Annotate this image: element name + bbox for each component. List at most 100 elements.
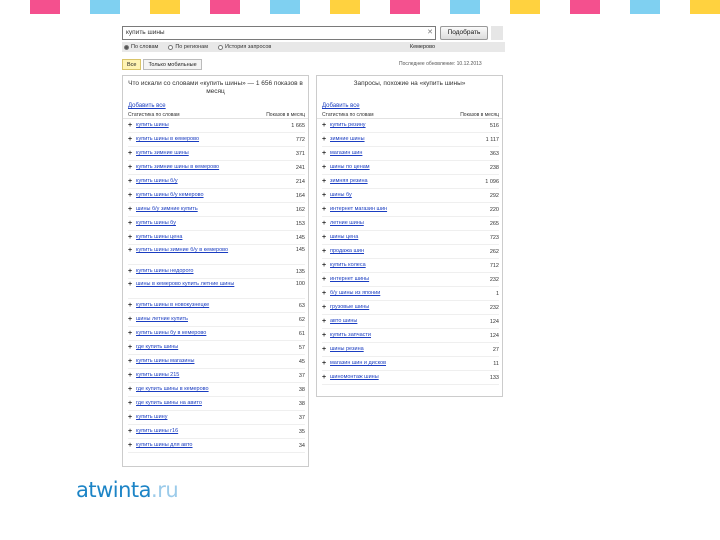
add-phrase-icon[interactable]: + [128,302,136,309]
phrase-link[interactable]: летние шины [330,220,471,227]
add-phrase-icon[interactable]: + [322,290,330,297]
add-phrase-icon[interactable]: + [322,318,330,325]
add-phrase-icon[interactable]: + [322,248,330,255]
phrase-link[interactable]: магазин шин [330,150,471,157]
add-phrase-icon[interactable]: + [128,372,136,379]
radio-by-regions[interactable]: По регионам [168,44,208,50]
column-count-header[interactable]: Показов в месяц [437,111,499,118]
add-phrase-icon[interactable]: + [322,304,330,311]
add-phrase-icon[interactable]: + [128,358,136,365]
add-phrase-icon[interactable]: + [322,276,330,283]
phrase-link[interactable]: купить шины в кемерово [136,136,277,143]
add-phrase-icon[interactable]: + [322,220,330,227]
add-phrase-icon[interactable]: + [128,192,136,199]
phrase-link[interactable]: купить шины 215 [136,372,277,379]
phrase-link[interactable]: шины б/у зимние купить [136,206,277,213]
phrase-link[interactable]: купить зимние шины в кемерово [136,164,277,171]
phrase-link[interactable]: купить шины зимние б/у в кемерово [136,247,277,254]
add-phrase-icon[interactable]: + [128,178,136,185]
add-phrase-icon[interactable]: + [128,400,136,407]
phrase-link[interactable]: интернет шины [330,276,471,283]
add-phrase-icon[interactable]: + [322,178,330,185]
tab-all[interactable]: Все [122,59,142,70]
add-phrase-icon[interactable]: + [322,164,330,171]
radio-dot[interactable] [218,44,224,50]
phrase-link[interactable]: шины резина [330,346,471,353]
radio-by-words[interactable]: По словам [124,44,158,50]
phrase-link[interactable]: шины цена [330,234,471,241]
add-phrase-icon[interactable]: + [322,150,330,157]
radio-dot[interactable] [168,44,174,50]
phrase-link[interactable]: б/у шины из японии [330,290,471,297]
add-all-link-right[interactable]: Добавить все [317,102,502,111]
add-phrase-icon[interactable]: + [128,330,136,337]
add-phrase-icon[interactable]: + [128,316,136,323]
add-phrase-icon[interactable]: + [128,220,136,227]
phrase-link[interactable]: зимние шины [330,136,471,143]
radio-history[interactable]: История запросов [218,44,271,50]
phrase-link[interactable]: интернет магазин шин [330,206,471,213]
phrase-link[interactable]: где купить шины [136,344,277,351]
phrase-link[interactable]: купить колеса [330,262,471,269]
tab-mobile-only[interactable]: Только мобильные [143,59,202,70]
phrase-link[interactable]: шиномонтаж шины [330,374,471,381]
phrase-link[interactable]: грузовые шины [330,304,471,311]
phrase-link[interactable]: шины по ценам [330,164,471,171]
column-count-header[interactable]: Показов в месяц [243,111,305,118]
phrase-link[interactable]: купить шины магазины [136,358,277,365]
add-phrase-icon[interactable]: + [128,247,136,254]
add-phrase-icon[interactable]: + [322,206,330,213]
phrase-link[interactable]: купить шины для авто [136,442,277,449]
region-link[interactable]: Кемерово [410,44,435,50]
phrase-link[interactable]: купить шины цена [136,234,277,241]
phrase-link[interactable]: где купить шины в кемерово [136,386,277,393]
add-phrase-icon[interactable]: + [128,442,136,449]
add-phrase-icon[interactable]: + [128,164,136,171]
phrase-link[interactable]: шины летние купить [136,316,277,323]
add-phrase-icon[interactable]: + [128,428,136,435]
phrase-link[interactable]: шины в кемерово купить летние шины [136,281,277,288]
phrase-link[interactable]: купить зимние шины [136,150,277,157]
add-phrase-icon[interactable]: + [322,360,330,367]
phrase-link[interactable]: купить шину [136,414,277,421]
add-phrase-icon[interactable]: + [128,122,136,129]
add-phrase-icon[interactable]: + [128,281,136,288]
phrase-link[interactable]: купить шины б/у кемерово [136,192,277,199]
add-phrase-icon[interactable]: + [322,332,330,339]
phrase-link[interactable]: купить шины в новокузнецке [136,302,277,309]
phrase-link[interactable]: купить резину [330,122,471,129]
add-phrase-icon[interactable]: + [322,136,330,143]
phrase-link[interactable]: купить шины бу [136,220,277,227]
add-all-link-left[interactable]: Добавить все [123,102,308,111]
phrase-link[interactable]: купить шины r16 [136,428,277,435]
phrase-link[interactable]: купить шины б/у [136,178,277,185]
search-input[interactable]: купить шины ✕ [122,26,436,40]
radio-dot[interactable] [124,44,129,50]
add-phrase-icon[interactable]: + [128,234,136,241]
add-phrase-icon[interactable]: + [128,136,136,143]
phrase-link[interactable]: магазин шин и дисков [330,360,471,367]
add-phrase-icon[interactable]: + [128,344,136,351]
phrase-link[interactable]: шины бу [330,192,471,199]
add-phrase-icon[interactable]: + [322,122,330,129]
close-icon[interactable]: ✕ [427,27,433,39]
add-phrase-icon[interactable]: + [128,414,136,421]
add-phrase-icon[interactable]: + [128,150,136,157]
add-phrase-icon[interactable]: + [128,268,136,275]
add-phrase-icon[interactable]: + [322,262,330,269]
add-phrase-icon[interactable]: + [128,206,136,213]
phrase-link[interactable]: зимняя резина [330,178,471,185]
add-phrase-icon[interactable]: + [128,386,136,393]
phrase-link[interactable]: купить шины недорого [136,268,277,275]
add-phrase-icon[interactable]: + [322,346,330,353]
submit-button[interactable]: Подобрать [440,26,488,40]
add-phrase-icon[interactable]: + [322,192,330,199]
phrase-link[interactable]: авто шины [330,318,471,325]
phrase-link[interactable]: продажа шин [330,248,471,255]
phrase-link[interactable]: купить шины бу в кемерово [136,330,277,337]
phrase-link[interactable]: купить запчасти [330,332,471,339]
phrase-link[interactable]: где купить шины на авито [136,400,277,407]
add-phrase-icon[interactable]: + [322,234,330,241]
phrase-link[interactable]: купить шины [136,122,277,129]
add-phrase-icon[interactable]: + [322,374,330,381]
